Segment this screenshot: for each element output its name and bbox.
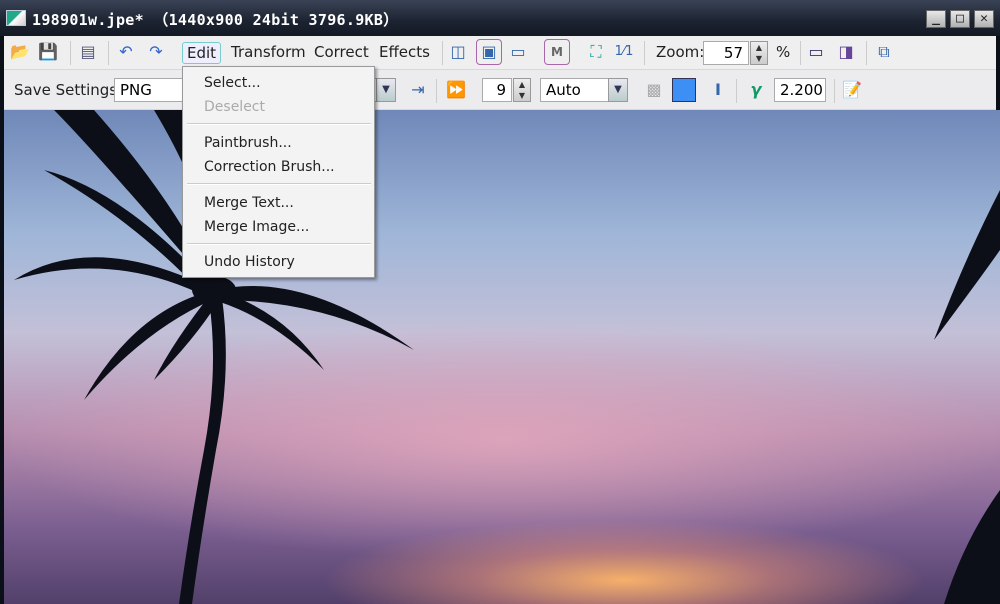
menu-item-deselect: Deselect [204, 99, 265, 115]
maximize-button[interactable]: □ [950, 10, 970, 28]
mode-select[interactable]: Auto [540, 78, 610, 102]
gamma-input[interactable]: 2.200 [774, 78, 826, 102]
preview-icon[interactable]: ▭ [508, 42, 528, 62]
menu-item-paintbrush[interactable]: Paintbrush... [204, 135, 292, 151]
edit-notes-icon[interactable]: 📝 [842, 80, 862, 100]
close-button[interactable]: ✕ [974, 10, 994, 28]
minimize-button[interactable]: _ [926, 10, 946, 28]
zoom-label: Zoom: [656, 43, 705, 61]
document-icon[interactable]: ▤ [78, 42, 98, 62]
windows-icon[interactable]: ⧉ [874, 42, 894, 62]
menu-item-undo-history[interactable]: Undo History [204, 254, 295, 270]
mode-dropdown-arrow[interactable]: ▼ [608, 78, 628, 102]
save-icon[interactable]: 💾 [38, 42, 58, 62]
separator [866, 41, 867, 65]
title-bar: 198901w.jpe* （1440x900 24bit 3796.9KB） _… [0, 0, 1000, 36]
color-swatch[interactable] [672, 78, 696, 102]
menu-separator [187, 243, 371, 245]
image-canvas[interactable] [4, 110, 1000, 604]
separator [834, 79, 835, 103]
save-settings-label: Save Settings [14, 81, 118, 99]
gamma-icon: γ [750, 80, 762, 99]
separator [108, 41, 109, 65]
undo-icon[interactable]: ↶ [116, 42, 136, 62]
transparency-icon[interactable]: ▩ [644, 80, 664, 100]
menu-separator [187, 123, 371, 125]
separator [436, 79, 437, 103]
redo-icon[interactable]: ↷ [146, 42, 166, 62]
menu-separator [187, 183, 371, 185]
panel-right-icon[interactable]: ◨ [836, 42, 856, 62]
save-settings-bar: Save Settings PNG ▼ ⇥ ⏩ 9 ▲ ▼ Auto ▼ ▩ I … [4, 70, 996, 110]
menu-edit[interactable]: Edit [182, 42, 222, 64]
menu-item-merge-image[interactable]: Merge Image... [204, 219, 309, 235]
zoom-input[interactable]: 57 [703, 41, 749, 65]
text-cursor-icon[interactable]: I [708, 80, 728, 100]
quality-stepper[interactable]: ▲ ▼ [513, 78, 531, 102]
width-icon[interactable]: ⇥ [408, 80, 428, 100]
palm-silhouette [14, 110, 1000, 604]
separator [442, 41, 443, 65]
fast-forward-icon[interactable]: ⏩ [446, 80, 466, 100]
split-view-icon[interactable]: ◫ [448, 42, 468, 62]
edit-menu: Select... Deselect Paintbrush... Correct… [182, 66, 375, 278]
menu-correct[interactable]: Correct [310, 42, 373, 62]
window-title: 198901w.jpe* （1440x900 24bit 3796.9KB） [32, 11, 399, 29]
fullscreen-icon[interactable]: ⛶ [586, 42, 606, 62]
menu-item-select[interactable]: Select... [204, 75, 261, 91]
separator [644, 41, 645, 65]
app-icon [6, 10, 26, 26]
menu-effects[interactable]: Effects [375, 42, 434, 62]
panel-bottom-icon[interactable]: ▭ [806, 42, 826, 62]
separator [70, 41, 71, 65]
quality-input[interactable]: 9 [482, 78, 512, 102]
fit-window-icon[interactable]: ▣ [476, 39, 502, 65]
main-toolbar: 📂 💾 ▤ ↶ ↷ Edit Transform Correct Effects… [4, 36, 996, 70]
open-folder-icon[interactable]: 📂 [10, 42, 30, 62]
m-button[interactable]: M [544, 39, 570, 65]
menu-item-correction-brush[interactable]: Correction Brush... [204, 159, 335, 175]
zoom-stepper[interactable]: ▲ ▼ [750, 41, 768, 65]
menu-transform[interactable]: Transform [227, 42, 310, 62]
separator [800, 41, 801, 65]
menu-item-merge-text[interactable]: Merge Text... [204, 195, 294, 211]
zoom-unit: % [776, 43, 791, 61]
actual-size-icon[interactable]: 1⁄1 [614, 42, 634, 62]
separator [736, 79, 737, 103]
format-dropdown-arrow[interactable]: ▼ [376, 78, 396, 102]
